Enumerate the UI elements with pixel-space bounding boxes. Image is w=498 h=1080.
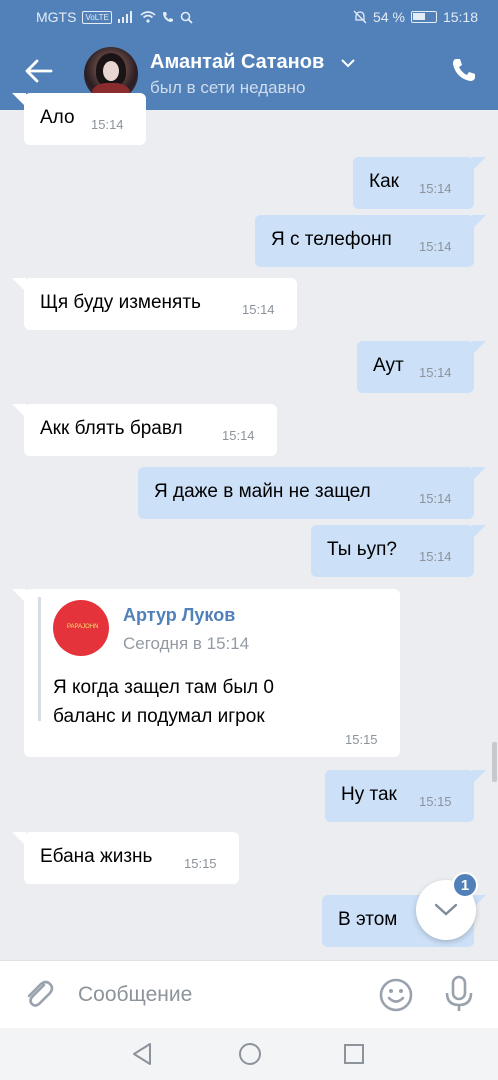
message-time: 15:14	[91, 117, 124, 132]
message-time: 15:14	[419, 549, 452, 564]
message-tail	[472, 467, 486, 481]
message-text: Ало	[40, 107, 75, 128]
message-time: 15:15	[184, 856, 217, 871]
message-tail	[472, 157, 486, 171]
forwarded-author-avatar[interactable]: PAPAJOHN	[53, 600, 109, 656]
message-tail	[12, 832, 26, 846]
wifi-icon	[140, 11, 156, 23]
message-time: 15:14	[419, 491, 452, 506]
message-text: Ты ьуп?	[327, 539, 397, 560]
forwarded-text-line: Я когда защел там был 0	[53, 677, 274, 698]
message-tail	[12, 589, 26, 603]
clock: 15:18	[442, 9, 478, 25]
message-text: Ну так	[341, 784, 397, 805]
status-bar: MGTS VoLTE 54 % 15:18	[0, 0, 498, 34]
attach-button[interactable]	[22, 977, 56, 1011]
paperclip-icon	[27, 980, 54, 1007]
message-time: 15:14	[222, 428, 255, 443]
arrow-left-icon	[25, 59, 53, 83]
message-time: 15:15	[345, 732, 378, 747]
message-text: Ебана жизнь	[40, 846, 153, 867]
chevron-down-icon[interactable]	[341, 58, 355, 68]
incoming-message[interactable]: Ало 15:14	[12, 93, 146, 145]
volte-badge: VoLTE	[82, 10, 112, 24]
message-text: Я даже в майн не защел	[154, 481, 371, 502]
forwarded-text: Я когда защел там был 0 баланс и подумал…	[53, 673, 274, 731]
chevron-down-icon	[434, 903, 458, 916]
message-time: 15:14	[242, 302, 275, 317]
message-tail	[12, 404, 26, 418]
voice-button[interactable]	[444, 975, 474, 1013]
message-text: Аут	[373, 355, 404, 376]
nav-back-icon[interactable]	[130, 1042, 154, 1066]
mute-icon	[353, 10, 367, 24]
outgoing-message[interactable]: Аут 15:14	[357, 341, 486, 393]
message-text: Как	[369, 171, 399, 192]
incoming-message[interactable]: Ебана жизнь 15:15	[12, 832, 239, 884]
phone-small-icon	[162, 12, 173, 22]
message-text: В этом	[338, 909, 398, 930]
contact-name[interactable]: Амантай Сатанов	[150, 51, 324, 74]
incoming-message[interactable]: Щя буду изменять 15:14	[12, 278, 297, 330]
outgoing-message[interactable]: Как 15:14	[353, 157, 486, 209]
forwarded-message[interactable]: PAPAJOHN Артур Луков Сегодня в 15:14 Я к…	[12, 589, 400, 757]
outgoing-message[interactable]: Я даже в майн не защел 15:14	[138, 467, 486, 519]
scrollbar[interactable]	[492, 742, 497, 782]
incoming-message[interactable]: Акк блять бравл 15:14	[12, 404, 277, 456]
nav-home-icon[interactable]	[237, 1041, 263, 1067]
quote-bar	[38, 597, 41, 721]
message-text: Акк блять бравл	[40, 418, 183, 439]
microphone-icon	[445, 975, 473, 1011]
message-tail	[472, 341, 486, 355]
signal-icon	[117, 11, 132, 23]
smile-icon	[379, 978, 413, 1012]
call-button[interactable]	[450, 56, 482, 88]
forwarded-date: Сегодня в 15:14	[123, 634, 250, 653]
system-nav-bar	[0, 1028, 498, 1080]
battery-percent: 54 %	[373, 9, 405, 25]
composer	[0, 960, 498, 1028]
back-button[interactable]	[22, 54, 56, 88]
outgoing-message[interactable]: Ты ьуп? 15:14	[311, 525, 486, 577]
message-tail	[472, 770, 486, 784]
message-text: Я с телефонп	[271, 229, 392, 250]
message-text: Щя буду изменять	[40, 292, 201, 313]
forwarded-text-line: баланс и подумал игрок	[53, 706, 265, 727]
forwarded-author-name[interactable]: Артур Луков	[123, 605, 235, 626]
message-time: 15:14	[419, 181, 452, 196]
carrier-label: MGTS	[36, 9, 77, 25]
message-tail	[472, 215, 486, 229]
battery-icon	[410, 11, 437, 23]
phone-icon	[453, 59, 475, 81]
search-small-icon	[180, 11, 193, 24]
emoji-button[interactable]	[378, 977, 414, 1013]
message-input[interactable]	[78, 979, 358, 1011]
message-tail	[12, 278, 26, 292]
message-time: 15:14	[419, 239, 452, 254]
nav-recent-icon[interactable]	[343, 1043, 365, 1065]
message-time: 15:14	[419, 365, 452, 380]
contact-status: был в сети недавно	[150, 78, 306, 97]
outgoing-message[interactable]: Ну так 15:15	[325, 770, 486, 822]
message-tail	[472, 525, 486, 539]
message-time: 15:15	[419, 794, 452, 809]
outgoing-message[interactable]: Я с телефонп 15:14	[255, 215, 486, 267]
unread-badge: 1	[452, 872, 478, 898]
message-tail	[12, 93, 26, 107]
